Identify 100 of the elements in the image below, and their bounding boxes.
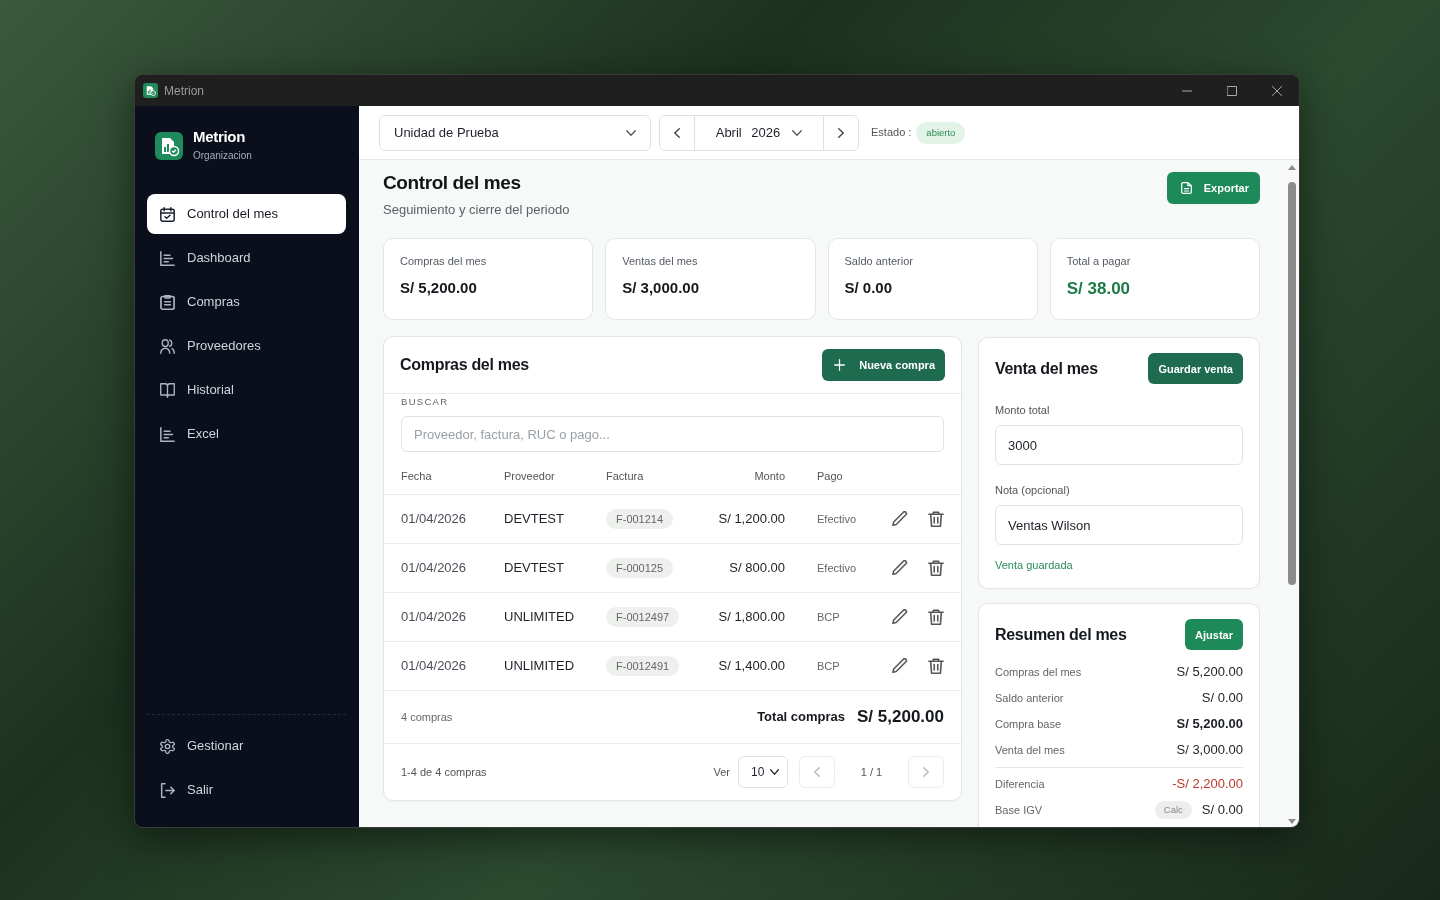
- scrollbar-thumb[interactable]: [1288, 182, 1296, 585]
- scroll-down-icon[interactable]: [1288, 819, 1296, 824]
- trash-icon[interactable]: [928, 658, 944, 674]
- page-subtitle: Seguimiento y cierre del periodo: [383, 201, 570, 219]
- sidebar-item[interactable]: Control del mes: [147, 194, 346, 234]
- summary-label: Venta del mes: [995, 742, 1065, 758]
- stat-label: Ventas del mes: [622, 254, 699, 268]
- stat-value: S/ 0.00: [844, 278, 894, 298]
- invoice-tag: F-0012497: [606, 607, 680, 627]
- pencil-icon[interactable]: [892, 609, 908, 625]
- settings-icon: [160, 738, 175, 754]
- column-header: Monto: [753, 468, 785, 484]
- payment-cell-text: Efectivo: [817, 511, 858, 527]
- total-amount: S/ 5,200.00: [857, 706, 944, 729]
- summary-label: Diferencia: [995, 776, 1045, 792]
- maximize-icon[interactable]: [1226, 85, 1237, 96]
- date-cell-text: 01/04/2026: [401, 608, 468, 627]
- sidebar-item[interactable]: Dashboard: [147, 238, 346, 278]
- sidebar-item[interactable]: Compras: [147, 282, 346, 322]
- sidebar-item[interactable]: Historial: [147, 370, 346, 410]
- close-icon[interactable]: [1271, 85, 1282, 96]
- status-badge: abierto: [916, 121, 966, 144]
- chevron-down-icon: [626, 129, 636, 136]
- summary-label: Compras del mes: [995, 664, 1082, 680]
- stat-value: S/ 5,200.00: [400, 278, 478, 298]
- amount-cell-text: S/ 1,800.00: [717, 608, 785, 627]
- trash-icon[interactable]: [928, 511, 944, 527]
- page-title: Control del mes: [383, 171, 522, 195]
- date-cell-text: 01/04/2026: [401, 657, 468, 676]
- plus-icon: [834, 359, 846, 371]
- clipboard-icon: [160, 294, 175, 310]
- new-purchase-button[interactable]: Nueva compra: [822, 349, 945, 381]
- unit-select[interactable]: Unidad de Prueba: [379, 114, 651, 151]
- sidebar-item[interactable]: Gestionar: [147, 726, 346, 766]
- summary-value: S/ 0.00: [1201, 801, 1243, 820]
- field-label: Monto total: [995, 403, 1051, 417]
- supplier-cell-text: DEVTEST: [504, 559, 565, 578]
- sidebar-item[interactable]: Proveedores: [147, 326, 346, 366]
- trash-icon[interactable]: [928, 560, 944, 576]
- amount-cell-text: S/ 1,400.00: [717, 657, 785, 676]
- invoice-tag: F-001214: [606, 509, 674, 529]
- card-title: Resumen del mes: [995, 624, 1127, 645]
- amount-input[interactable]: 3000: [995, 425, 1243, 465]
- status-label: Estado :: [871, 125, 912, 141]
- stat-value: S/ 3,000.00: [622, 278, 700, 298]
- chevron-down-icon: [792, 129, 803, 136]
- date-cell-text: 01/04/2026: [401, 559, 468, 578]
- date-cell-text: 01/04/2026: [401, 510, 468, 529]
- bar-chart-icon: [160, 250, 175, 266]
- purchase-count: 4 compras: [401, 709, 453, 725]
- field-label: Nota (opcional): [995, 483, 1071, 497]
- search-field[interactable]: Proveedor, factura, RUC o pago...: [401, 416, 944, 452]
- trash-icon[interactable]: [928, 609, 944, 625]
- sidebar-item[interactable]: Salir: [147, 770, 346, 810]
- pencil-icon[interactable]: [892, 511, 908, 527]
- saved-message: Venta guardada: [995, 558, 1074, 572]
- stat-label: Total a pagar: [1066, 254, 1132, 268]
- supplier-cell-text: UNLIMITED: [504, 657, 576, 676]
- search-label: BUSCAR: [401, 395, 450, 409]
- note-input[interactable]: Ventas Wilson: [995, 505, 1243, 545]
- window-title: Metrion: [164, 83, 204, 98]
- scroll-up-icon[interactable]: [1288, 165, 1296, 170]
- summary-value: S/ 0.00: [1201, 689, 1243, 708]
- stat-label: Compras del mes: [400, 254, 488, 268]
- card-title: Compras del mes: [400, 355, 529, 375]
- page-range-text: 1-4 de 4 compras: [401, 764, 487, 780]
- adjust-button[interactable]: Ajustar: [1185, 619, 1243, 650]
- column-header: Proveedor: [504, 468, 556, 484]
- brand-name: Metrion: [193, 128, 247, 146]
- chevron-right-icon: [838, 127, 844, 138]
- payment-cell-text: BCP: [817, 658, 841, 674]
- pencil-icon[interactable]: [892, 560, 908, 576]
- total-label: Total compras: [757, 708, 846, 727]
- payment-cell-text: BCP: [817, 609, 841, 625]
- summary-label: Base IGV: [995, 802, 1043, 818]
- column-header: Pago: [817, 468, 844, 484]
- export-button[interactable]: Exportar: [1166, 172, 1260, 204]
- chevron-left-icon: [814, 767, 820, 777]
- chevron-right-icon: [923, 767, 929, 777]
- supplier-cell-text: UNLIMITED: [504, 608, 576, 627]
- per-page-select[interactable]: 10: [738, 756, 788, 788]
- stat-label: Saldo anterior: [844, 254, 914, 268]
- summary-value: S/ 5,200.00: [1176, 715, 1243, 734]
- summary-label: Compra base: [995, 716, 1062, 732]
- calc-tag: Calc: [1154, 801, 1192, 819]
- app-logo-icon: [143, 83, 158, 98]
- save-sale-button[interactable]: Guardar venta: [1148, 353, 1243, 384]
- period-select[interactable]: Abril 2026: [694, 115, 824, 150]
- per-page-label: Ver: [713, 764, 730, 780]
- sidebar-item[interactable]: Excel: [147, 414, 346, 454]
- chevron-down-icon: [770, 769, 779, 775]
- stat-value: S/ 38.00: [1066, 279, 1132, 299]
- minimize-icon[interactable]: [1181, 89, 1192, 92]
- page-indicator: 1 / 1: [859, 764, 884, 780]
- pencil-icon[interactable]: [892, 658, 908, 674]
- users-icon: [160, 338, 175, 354]
- summary-value: S/ 5,200.00: [1176, 663, 1243, 682]
- summary-value: S/ 3,000.00: [1176, 741, 1243, 760]
- payment-cell-text: Efectivo: [817, 560, 858, 576]
- calendar-check-icon: [160, 206, 175, 222]
